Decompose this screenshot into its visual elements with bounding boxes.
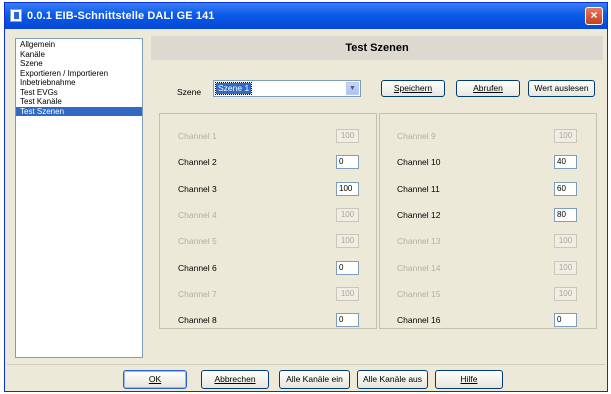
all-channels-on-button[interactable]: Alle Kanäle ein — [279, 370, 350, 389]
channel-label: Channel 15 — [397, 288, 441, 299]
channel-label: Channel 1 — [178, 131, 217, 141]
channel-label: Channel 9 — [397, 131, 436, 141]
window-title: 0.0.1 EIB-Schnittstelle DALI GE 141 — [27, 10, 215, 22]
channel-value-input: 100 — [554, 234, 577, 249]
channel-value-input: 100 — [336, 286, 359, 301]
ok-button[interactable]: OK — [123, 370, 187, 389]
channel-value-input[interactable]: 0 — [554, 313, 577, 328]
save-button[interactable]: Speichern — [381, 80, 445, 97]
sidebar-item-kanaele[interactable]: Kanäle — [16, 50, 142, 60]
channel-value-input[interactable]: 100 — [336, 181, 359, 196]
read-value-button-label: Wert auslesen — [534, 83, 589, 93]
channel-value-input: 100 — [336, 207, 359, 222]
channel-label: Channel 11 — [397, 183, 440, 194]
channel-value-input[interactable]: 40 — [554, 155, 577, 170]
cancel-button[interactable]: Abbrechen — [201, 370, 269, 389]
channel-value-input: 100 — [336, 234, 359, 249]
all-channels-off-button[interactable]: Alle Kanäle aus — [357, 370, 428, 389]
close-button[interactable]: × — [585, 7, 603, 25]
scene-label: Szene — [177, 87, 202, 97]
channel-label: Channel 5 — [178, 236, 217, 247]
scene-dropdown-value: Szene 1 — [214, 82, 253, 95]
channel-value-input: 100 — [554, 129, 577, 143]
sidebar-nav: Allgemein Kanäle Szene Exportieren / Imp… — [15, 38, 143, 358]
sidebar-item-inbetriebnahme[interactable]: Inbetriebnahme — [16, 78, 142, 88]
channel-label: Channel 7 — [178, 288, 217, 299]
sidebar-item-allgemein[interactable]: Allgemein — [16, 40, 142, 50]
app-icon — [10, 9, 22, 22]
channel-value-input: 100 — [336, 129, 359, 143]
sidebar-item-test-kanaele[interactable]: Test Kanäle — [16, 97, 142, 107]
chevron-down-icon[interactable]: ▼ — [346, 82, 359, 95]
help-button-label: Hilfe — [460, 374, 478, 384]
scene-dropdown[interactable]: Szene 1 ▼ — [213, 80, 361, 97]
channel-value-input[interactable]: 80 — [554, 207, 577, 222]
dialog-window: 0.0.1 EIB-Schnittstelle DALI GE 141 × Al… — [4, 2, 608, 392]
channel-value-input[interactable]: 0 — [336, 260, 359, 275]
ok-button-label: OK — [148, 374, 162, 384]
channel-label: Channel 6 — [178, 262, 217, 273]
channel-label: Channel 10 — [397, 157, 441, 168]
all-channels-off-label: Alle Kanäle aus — [362, 374, 423, 384]
sidebar-item-szene[interactable]: Szene — [16, 59, 142, 69]
save-button-label: Speichern — [393, 83, 433, 93]
main-panel: Test Szenen Szene Szene 1 ▼ Speichern Ab… — [151, 36, 603, 358]
panel-title: Test Szenen — [151, 36, 603, 60]
channel-label: Channel 14 — [397, 262, 441, 273]
channel-value-input[interactable]: 0 — [336, 313, 359, 328]
sidebar-item-test-evgs[interactable]: Test EVGs — [16, 88, 142, 98]
channel-label: Channel 4 — [178, 209, 217, 220]
sidebar-item-export-import[interactable]: Exportieren / Importieren — [16, 69, 142, 79]
channel-label: Channel 12 — [397, 209, 441, 220]
channel-label: Channel 13 — [397, 236, 441, 247]
channel-value-input[interactable]: 0 — [336, 155, 359, 170]
channel-label: Channel 8 — [178, 315, 217, 326]
sidebar-item-test-szenen[interactable]: Test Szenen — [16, 106, 142, 116]
channel-value-input: 100 — [554, 260, 577, 275]
read-value-button[interactable]: Wert auslesen — [528, 80, 595, 97]
channel-label: Channel 2 — [178, 157, 217, 168]
channel-value-input[interactable]: 60 — [554, 181, 577, 196]
cancel-button-label: Abbrechen — [214, 374, 256, 384]
title-bar[interactable]: 0.0.1 EIB-Schnittstelle DALI GE 141 × — [5, 3, 607, 29]
all-channels-on-label: Alle Kanäle ein — [286, 374, 343, 384]
channel-label: Channel 16 — [397, 315, 441, 326]
recall-button-label: Abrufen — [473, 83, 503, 93]
help-button[interactable]: Hilfe — [435, 370, 503, 389]
channel-value-input: 100 — [554, 286, 577, 301]
footer-divider — [7, 364, 605, 365]
recall-button[interactable]: Abrufen — [456, 80, 520, 97]
channel-label: Channel 3 — [178, 183, 217, 194]
